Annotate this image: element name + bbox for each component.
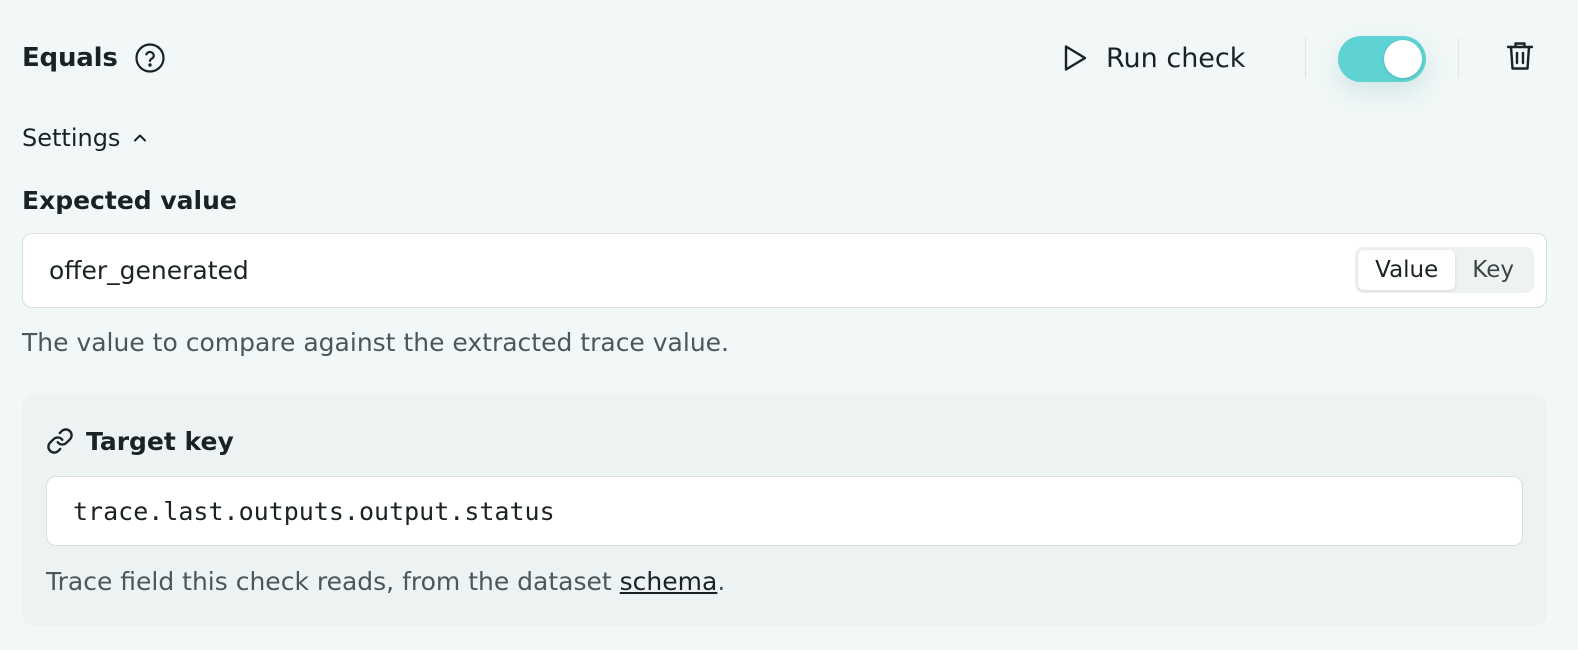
delete-button[interactable]: [1504, 40, 1536, 76]
target-key-help-prefix: Trace field this check reads, from the d…: [46, 567, 620, 596]
check-title: Equals: [22, 43, 118, 73]
run-check-button[interactable]: Run check: [1060, 36, 1245, 80]
expected-value-input[interactable]: offer_generated Value Key: [22, 233, 1547, 308]
target-key-value: trace.last.outputs.output.status: [73, 496, 555, 526]
run-check-label: Run check: [1106, 42, 1246, 74]
target-key-input[interactable]: trace.last.outputs.output.status: [46, 476, 1523, 546]
target-key-card: Target key trace.last.outputs.output.sta…: [22, 395, 1547, 626]
segment-key-option[interactable]: Key: [1455, 250, 1531, 290]
expected-value-label: Expected value: [22, 186, 237, 215]
schema-link[interactable]: schema: [620, 567, 718, 596]
target-key-header: Target key: [46, 425, 234, 457]
segment-value-option[interactable]: Value: [1358, 250, 1456, 290]
enable-toggle[interactable]: [1338, 36, 1426, 82]
target-key-label: Target key: [86, 426, 234, 456]
target-key-help: Trace field this check reads, from the d…: [46, 567, 725, 596]
check-panel: Equals Run check Settings Expected value…: [0, 0, 1578, 650]
trash-icon: [1506, 40, 1534, 76]
link-icon: [46, 427, 74, 455]
title-wrap: Equals: [22, 36, 166, 80]
play-icon: [1060, 43, 1090, 73]
check-header: Equals Run check: [22, 36, 1556, 82]
chevron-up-icon: [132, 130, 148, 146]
value-key-segmented-control: Value Key: [1355, 247, 1534, 293]
header-divider: [1458, 38, 1459, 78]
expected-value-help: The value to compare against the extract…: [22, 328, 729, 357]
target-key-help-suffix: .: [717, 567, 726, 596]
expected-value-text: offer_generated: [49, 256, 249, 285]
header-divider: [1305, 38, 1306, 78]
settings-toggle[interactable]: Settings: [22, 122, 148, 154]
help-circle-icon[interactable]: [134, 42, 166, 74]
toggle-knob: [1384, 40, 1422, 78]
settings-label: Settings: [22, 124, 121, 152]
